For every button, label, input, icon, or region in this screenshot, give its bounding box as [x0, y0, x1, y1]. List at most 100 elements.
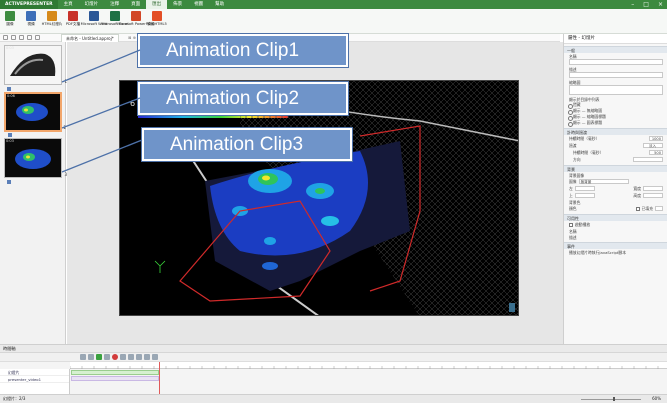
events-header[interactable]: 事件 — [564, 242, 667, 249]
timeline-tool-icon[interactable] — [152, 354, 158, 360]
window-controls: – □ × — [631, 1, 663, 8]
duration-input[interactable]: 1000 — [649, 136, 663, 141]
slide-clip-bar[interactable] — [71, 370, 159, 375]
enabled-checkbox[interactable] — [569, 222, 573, 227]
callout-clip2[interactable]: Animation Clip2 — [138, 82, 348, 115]
timeline-header: 時間軸 — [0, 345, 667, 353]
menu-item[interactable]: 幻燈片 — [79, 0, 105, 9]
menu-items: 主頁 幻燈片 注釋 頁面 匯出 佈景 視圖 幫助 — [58, 0, 231, 9]
html5-button[interactable]: 模擬HTML5 — [147, 9, 167, 34]
app-name[interactable]: ACTIVEPRESENTER — [0, 0, 58, 9]
timeline-playhead[interactable] — [159, 362, 160, 395]
timing-header[interactable]: 計時與過渡 — [564, 128, 667, 135]
document-tab-close-icon[interactable]: ⊠ ⊕ — [128, 34, 136, 42]
video-export-icon — [26, 11, 36, 21]
slide-2-number: 2 — [63, 125, 66, 130]
top-input[interactable] — [574, 193, 595, 198]
name-input[interactable] — [569, 59, 663, 65]
duration-label: 持續時間（毫秒） — [569, 135, 600, 141]
color-row: 顏色 已填充 — [564, 205, 667, 212]
save-icon[interactable] — [19, 35, 24, 40]
width-label: 寬度 — [633, 185, 641, 191]
color-label: 顏色 — [569, 205, 577, 211]
slide-thumbnail-1[interactable]: 0:03 1 — [4, 45, 67, 91]
image-export-button[interactable]: 圖像 — [2, 9, 18, 34]
prop-b-label: 描述 — [569, 235, 577, 240]
menu-bar: ACTIVEPRESENTER 主頁 幻燈片 注釋 頁面 匯出 佈景 視圖 幫助 – □ × — [0, 0, 667, 9]
zoom-slider-knob[interactable] — [613, 397, 615, 401]
callout-clip1[interactable]: Animation Clip1 — [138, 34, 348, 67]
transition-duration-input[interactable]: 500 — [649, 150, 663, 155]
menu-item[interactable]: 視圖 — [188, 0, 209, 9]
background-header[interactable]: 背景 — [564, 165, 667, 172]
slide-3-preview — [5, 139, 61, 177]
slide-3-anim-icon — [7, 180, 11, 184]
image-export-icon — [5, 11, 15, 21]
html-slides-button[interactable]: HTML幻燈片 — [42, 9, 62, 34]
timeline-tool-icon[interactable] — [80, 354, 86, 360]
left-input[interactable] — [574, 186, 595, 191]
video-clip-bar[interactable] — [71, 376, 159, 381]
minimize-icon[interactable]: – — [631, 1, 634, 8]
general-header[interactable]: 一般 — [564, 46, 667, 53]
menu-item[interactable]: 幫助 — [209, 0, 230, 9]
undo-icon[interactable] — [27, 35, 32, 40]
open-icon[interactable] — [11, 35, 16, 40]
maximize-icon[interactable]: □ — [643, 1, 649, 8]
height-label: 高度 — [633, 192, 641, 198]
track-slide[interactable]: 幻燈片 — [0, 369, 69, 376]
background-section: 背景 背景圖像 圖像 無背景 左 寬度 上 高度 背景色 顏色 已填充 — [564, 165, 667, 212]
slide-2-anim-icon — [8, 133, 12, 137]
powerpoint-button[interactable]: Microsoft PowerPoint — [117, 9, 155, 34]
enabled-row: 啟動播放 — [564, 221, 667, 228]
slide-stage[interactable]: 6 — [119, 80, 519, 316]
word-button[interactable]: Microsoft Word — [81, 9, 107, 34]
pdf-button[interactable]: PDF文檔 — [65, 9, 81, 34]
stop-icon[interactable] — [104, 354, 110, 360]
radio-chart-title[interactable]: 顯示 — 圖表標題 — [564, 120, 667, 127]
slide-thumbnail-2[interactable]: 0:06 2 — [4, 92, 66, 137]
zoom-slider[interactable] — [581, 398, 641, 400]
resize-handle[interactable] — [509, 303, 515, 312]
width-input[interactable] — [643, 186, 663, 191]
top-label: 上 — [569, 192, 573, 198]
menu-item[interactable]: 注釋 — [104, 0, 125, 9]
menu-item[interactable]: 佈景 — [167, 0, 188, 9]
timeline-tool-icon[interactable] — [88, 354, 94, 360]
callout-clip3[interactable]: Animation Clip3 — [142, 128, 352, 161]
zoom-out-icon[interactable] — [128, 354, 134, 360]
properties-title: 屬性 - 幻燈片 — [564, 34, 667, 44]
slide-thumbnail-3[interactable]: 0:03 3 — [4, 138, 67, 184]
left-label: 左 — [569, 185, 573, 191]
events-text: 播放幻燈片時執行JavaScript腳本 — [569, 250, 627, 255]
filled-label: 已填充 — [641, 205, 653, 211]
filled-checkbox[interactable] — [635, 206, 640, 211]
interaction-header[interactable]: 可用性 — [564, 214, 667, 221]
timeline-tool-icon[interactable] — [136, 354, 142, 360]
new-icon[interactable] — [3, 35, 8, 40]
color-swatch[interactable] — [655, 206, 663, 211]
play-icon[interactable] — [96, 354, 102, 360]
tags-input[interactable] — [569, 85, 663, 95]
zoom-in-icon[interactable] — [120, 354, 126, 360]
bg-image-text: 圖像 — [569, 178, 577, 184]
slide-1-time: 0:03 — [6, 46, 14, 50]
notes-input[interactable] — [569, 72, 663, 78]
record-icon[interactable] — [112, 354, 118, 360]
menu-item[interactable]: 匯出 — [146, 0, 168, 9]
bg-image-select[interactable]: 無背景 — [578, 179, 629, 184]
menu-item[interactable]: 主頁 — [58, 0, 79, 9]
transition-button[interactable]: 淡入 — [643, 143, 663, 148]
close-icon[interactable]: × — [658, 1, 663, 8]
height-input[interactable] — [643, 193, 663, 198]
direction-select[interactable] — [633, 157, 663, 162]
menu-item[interactable]: 頁面 — [125, 0, 146, 9]
timeline-tool-icon[interactable] — [144, 354, 150, 360]
app-window: ACTIVEPRESENTER 主頁 幻燈片 注釋 頁面 匯出 佈景 視圖 幫助 – □ × … — [0, 0, 667, 403]
html5-icon — [152, 11, 162, 21]
track-presenter-video[interactable]: presenter_video1 — [0, 376, 69, 383]
document-tab[interactable]: 未命名 - Untitled.approj* — [61, 34, 119, 42]
status-bar: 幻燈片：2/3 60% — [0, 394, 667, 403]
redo-icon[interactable] — [35, 35, 40, 40]
video-export-button[interactable]: 視頻 — [23, 9, 39, 34]
